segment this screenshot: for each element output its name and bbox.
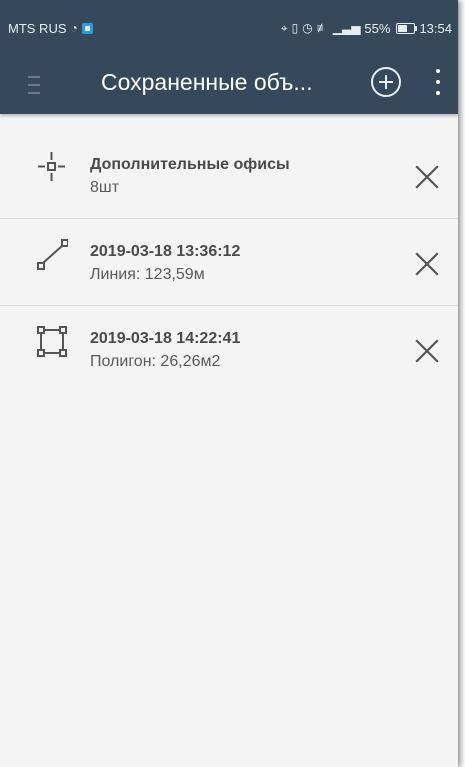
close-icon[interactable] [413, 337, 441, 365]
shield-app-icon [81, 22, 93, 34]
carrier-name: MTS RUS [8, 20, 67, 36]
add-circle-icon[interactable] [371, 67, 401, 97]
item-subtitle: Полигон: 26,26м2 [90, 353, 221, 370]
polygon-icon [37, 326, 67, 357]
point-icon [38, 152, 65, 181]
list-item[interactable]: Дополнительные офисы 8шт [0, 132, 458, 219]
close-icon[interactable] [413, 163, 441, 191]
clock: 13:54 [419, 20, 452, 36]
list-item[interactable]: 2019-03-18 14:22:41 Полигон: 26,26м2 [0, 306, 458, 393]
vpn-icon: ◔ [70, 21, 78, 35]
item-subtitle: 8шт [90, 179, 120, 196]
vibrate-icon: ▯ [291, 21, 299, 35]
alarm-icon: ◷ [302, 21, 313, 35]
app-bar: Сохраненные объ... [0, 56, 458, 114]
status-bar: MTS RUS ◔ ⌖ ▯ ◷ ≢ ▁▃▅ 55% 13:54 [0, 0, 458, 56]
battery-percent: 55% [364, 20, 391, 36]
close-icon[interactable] [413, 250, 441, 278]
page-title: Сохраненные объ... [101, 69, 313, 95]
list-item[interactable]: 2019-03-18 13:36:12 Линия: 123,59м [0, 219, 458, 306]
item-subtitle: Линия: 123,59м [90, 266, 205, 283]
location-icon: ⌖ [280, 21, 288, 35]
line-icon [37, 239, 68, 270]
hamburger-icon[interactable] [28, 72, 50, 98]
item-title: 2019-03-18 13:36:12 [90, 243, 241, 260]
battery-icon [396, 22, 418, 34]
saved-objects-list: Дополнительные офисы 8шт 2019-03-18 13:3… [0, 132, 458, 393]
wifi-icon: ≢ [316, 21, 329, 35]
item-title: 2019-03-18 14:22:41 [90, 330, 241, 347]
item-title: Дополнительные офисы [90, 156, 290, 173]
signal-icon: ▁▃▅ [332, 21, 361, 35]
more-vert-icon[interactable] [426, 68, 450, 96]
phone-screen: MTS RUS ◔ ⌖ ▯ ◷ ≢ ▁▃▅ 55% 13:54 Сохранен… [0, 0, 458, 767]
